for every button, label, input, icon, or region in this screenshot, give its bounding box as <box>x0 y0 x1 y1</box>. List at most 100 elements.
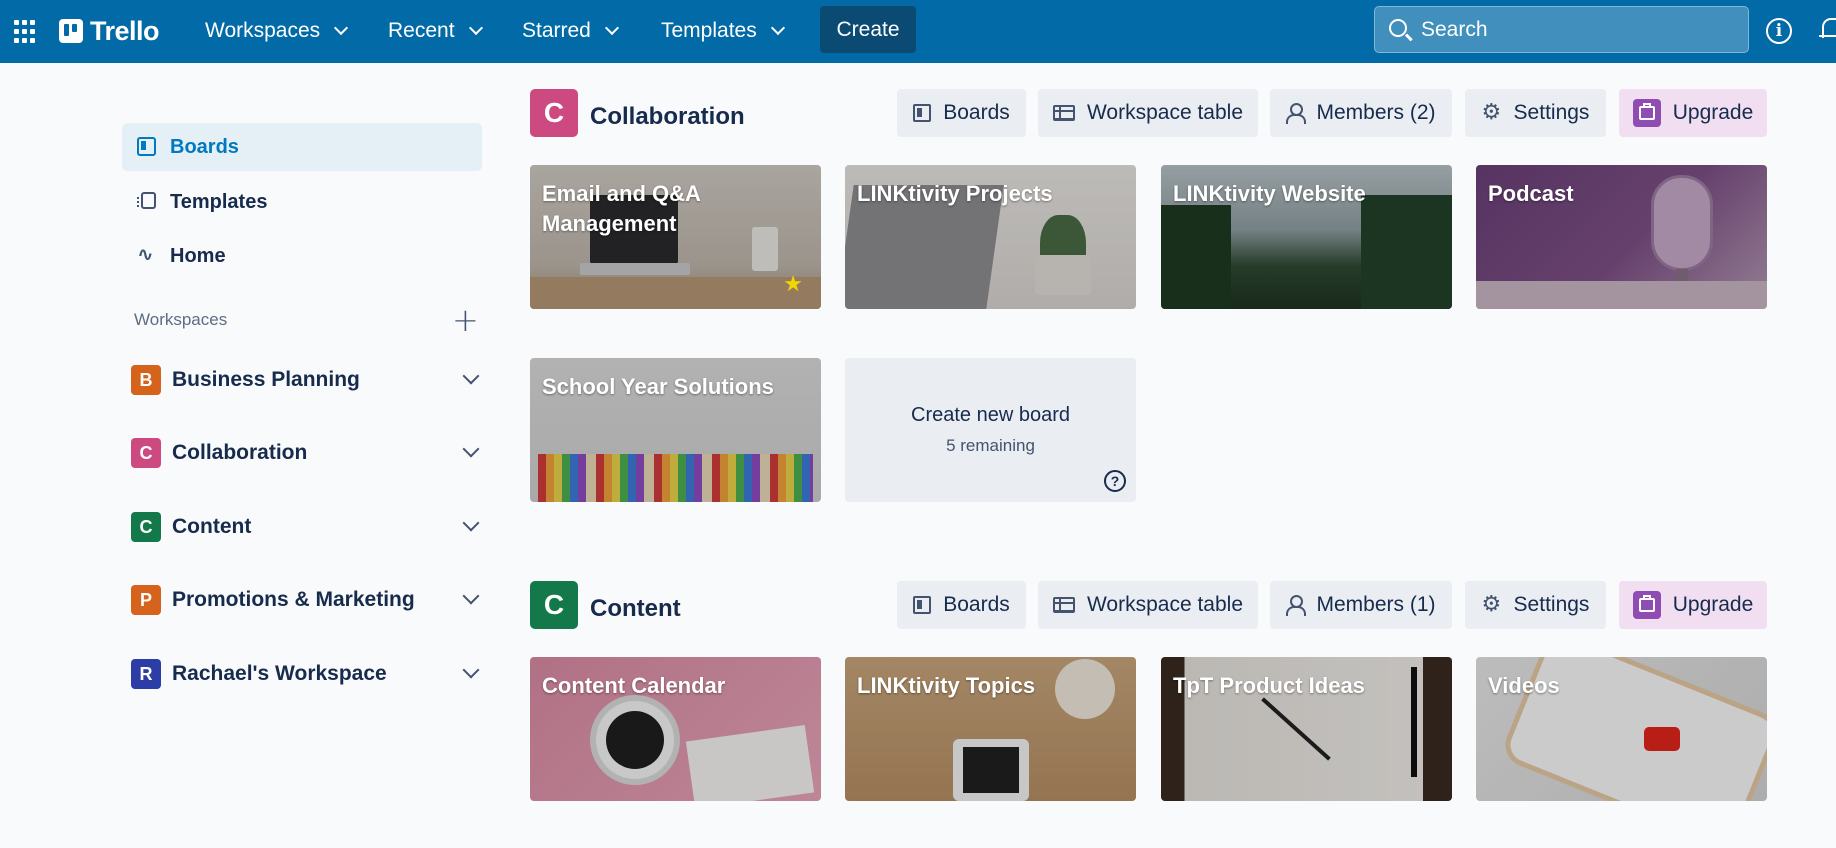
board-tile-content-calendar[interactable]: Content Calendar <box>530 657 821 801</box>
starred-menu-label: Starred <box>522 19 591 42</box>
settings-button[interactable]: ⚙ Settings <box>1465 89 1606 137</box>
gear-icon: ⚙ <box>1481 592 1502 617</box>
board-title: School Year Solutions <box>542 374 774 399</box>
upgrade-button[interactable]: Upgrade <box>1619 581 1767 629</box>
button-label: Members (2) <box>1316 101 1436 124</box>
board-tile-tpt-product-ideas[interactable]: TpT Product Ideas <box>1161 657 1452 801</box>
add-workspace-icon[interactable]: + <box>452 300 479 340</box>
star-icon[interactable]: ★ <box>783 272 803 297</box>
settings-button[interactable]: ⚙ Settings <box>1465 581 1606 629</box>
trello-logo-icon <box>59 19 83 43</box>
board-tile-school-year-solutions[interactable]: School Year Solutions <box>530 358 821 502</box>
button-label: Workspace table <box>1086 593 1244 616</box>
help-icon[interactable]: ? <box>1104 470 1126 492</box>
board-title: Content Calendar <box>542 673 726 698</box>
sidebar-workspace-collaboration[interactable]: C Collaboration <box>131 433 481 473</box>
templates-menu[interactable]: Templates <box>661 14 785 48</box>
boards-icon <box>913 104 932 122</box>
workspaces-menu[interactable]: Workspaces <box>205 14 349 48</box>
search-input[interactable]: Search <box>1374 6 1749 53</box>
chevron-down-icon <box>604 20 619 36</box>
chevron-down-icon <box>770 20 785 36</box>
person-icon <box>1286 103 1307 124</box>
members-button[interactable]: Members (1) <box>1270 581 1452 629</box>
templates-menu-label: Templates <box>661 19 757 42</box>
person-icon <box>1286 595 1307 616</box>
workspace-avatar: C <box>131 512 161 542</box>
workspace-table-button[interactable]: Workspace table <box>1038 581 1258 629</box>
button-label: Boards <box>943 593 1010 616</box>
workspace-name: Promotions & Marketing <box>172 588 415 611</box>
starred-menu[interactable]: Starred <box>522 14 619 48</box>
button-label: Settings <box>1513 101 1590 124</box>
trello-logo[interactable]: Trello <box>59 15 160 47</box>
board-tile-linktivity-topics[interactable]: LINKtivity Topics <box>845 657 1136 801</box>
board-title: LINKtivity Website <box>1173 181 1366 206</box>
sidebar-workspace-promotions-marketing[interactable]: P Promotions & Marketing <box>131 580 481 620</box>
sidebar-item-boards[interactable]: Boards <box>122 123 482 171</box>
workspace-avatar: C <box>530 89 578 137</box>
chevron-down-icon[interactable] <box>462 440 480 458</box>
board-title: TpT Product Ideas <box>1173 673 1365 698</box>
chevron-down-icon[interactable] <box>462 514 480 532</box>
workspace-avatar: R <box>131 659 161 689</box>
recent-menu-label: Recent <box>388 19 455 42</box>
apps-grid-icon[interactable] <box>14 20 38 44</box>
button-label: Boards <box>943 101 1010 124</box>
sidebar-workspace-content[interactable]: C Content <box>131 507 481 547</box>
workspace-title: Collaboration <box>590 103 745 130</box>
gear-icon: ⚙ <box>1481 100 1502 125</box>
create-new-board-tile[interactable]: Create new board 5 remaining ? <box>845 358 1136 502</box>
info-icon[interactable]: i <box>1766 18 1792 44</box>
members-button[interactable]: Members (2) <box>1270 89 1452 137</box>
boards-button[interactable]: Boards <box>897 581 1026 629</box>
board-title: Videos <box>1488 673 1560 698</box>
button-label: Upgrade <box>1672 593 1754 616</box>
board-title: LINKtivity Topics <box>857 673 1036 698</box>
workspaces-header: Workspaces <box>134 310 228 329</box>
board-tile-linktivity-projects[interactable]: LINKtivity Projects <box>845 165 1136 309</box>
templates-icon <box>137 192 156 209</box>
sidebar-item-label: Templates <box>170 190 268 213</box>
table-icon <box>1052 105 1075 121</box>
chevron-down-icon <box>334 20 349 36</box>
search-icon <box>1389 19 1407 37</box>
create-board-label: Create new board <box>911 404 1070 426</box>
workspace-name: Collaboration <box>172 441 308 464</box>
chevron-down-icon[interactable] <box>462 367 480 385</box>
logo-text: Trello <box>90 15 160 46</box>
top-navigation-bar: Trello Workspaces Recent Starred Templat… <box>0 0 1836 63</box>
chevron-down-icon[interactable] <box>462 661 480 679</box>
chevron-down-icon[interactable] <box>462 587 480 605</box>
workspace-table-button[interactable]: Workspace table <box>1038 89 1258 137</box>
board-tile-videos[interactable]: Videos <box>1476 657 1767 801</box>
boards-icon <box>913 596 932 614</box>
create-button[interactable]: Create <box>820 6 916 53</box>
board-tile-linktivity-website[interactable]: LINKtivity Website <box>1161 165 1452 309</box>
upgrade-button[interactable]: Upgrade <box>1619 89 1767 137</box>
sidebar-item-label: Home <box>170 244 226 267</box>
boards-button[interactable]: Boards <box>897 89 1026 137</box>
activity-icon: ∿ <box>137 242 154 266</box>
sidebar-item-templates[interactable]: Templates <box>122 178 482 226</box>
briefcase-icon <box>1632 591 1661 619</box>
recent-menu[interactable]: Recent <box>388 14 483 48</box>
board-title: Email and Q&A Management <box>542 181 701 236</box>
bell-icon[interactable] <box>1819 18 1836 42</box>
table-icon <box>1052 597 1075 613</box>
boards-remaining-count: 5 remaining <box>946 436 1035 455</box>
board-title: LINKtivity Projects <box>857 181 1053 206</box>
sidebar-workspace-business-planning[interactable]: B Business Planning <box>131 360 481 400</box>
sidebar-item-label: Boards <box>170 135 239 158</box>
workspace-title: Content <box>590 595 681 622</box>
button-label: Workspace table <box>1086 101 1244 124</box>
workspace-name: Business Planning <box>172 368 360 391</box>
board-tile-email-qa-management[interactable]: Email and Q&A Management ★ <box>530 165 821 309</box>
workspace-name: Content <box>172 515 252 538</box>
boards-icon <box>137 137 156 156</box>
sidebar-item-home[interactable]: ∿ Home <box>122 232 482 280</box>
sidebar-workspace-rachaels-workspace[interactable]: R Rachael's Workspace <box>131 654 481 694</box>
button-label: Settings <box>1513 593 1590 616</box>
board-tile-podcast[interactable]: Podcast <box>1476 165 1767 309</box>
workspace-avatar: C <box>131 438 161 468</box>
